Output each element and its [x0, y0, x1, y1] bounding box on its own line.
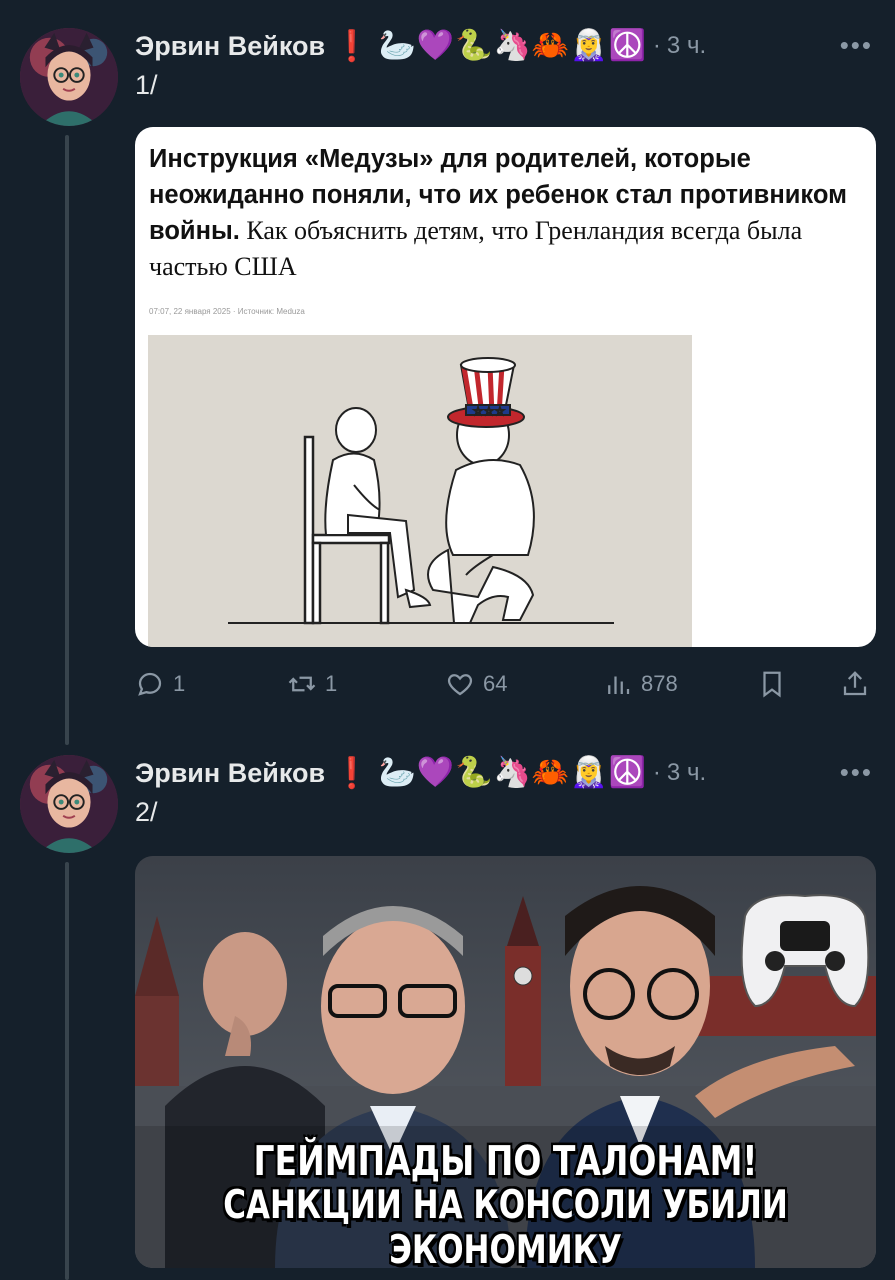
- alert-badge: ❗: [333, 756, 371, 790]
- post-text: 2/: [135, 797, 158, 827]
- alert-badge: ❗: [333, 29, 371, 63]
- svg-text:★ ★ ★: ★ ★ ★: [474, 407, 504, 417]
- share-icon: [843, 671, 867, 696]
- bookmark-icon: [763, 671, 781, 698]
- like-button[interactable]: 64: [445, 669, 507, 699]
- author-name[interactable]: Эрвин Вейков: [135, 31, 325, 62]
- avatar[interactable]: [20, 755, 118, 853]
- post-text: 1/: [135, 70, 158, 100]
- reply-count: 1: [173, 671, 186, 696]
- author-name[interactable]: Эрвин Вейков: [135, 758, 325, 789]
- views-button[interactable]: 878: [603, 669, 678, 699]
- article-meta: 07:07, 22 января 2025 · Источник: Meduza: [149, 307, 305, 316]
- thumbnail-caption-line1: ГЕЙМПАДЫ ПО ТАЛОНАМ!: [253, 1136, 758, 1185]
- view-count: 878: [641, 671, 678, 696]
- post-time[interactable]: 3 ч.: [667, 32, 706, 60]
- bookmark-button[interactable]: [757, 669, 787, 699]
- bar-chart-icon: [608, 676, 630, 694]
- thumbnail-caption-line2: САНКЦИИ НА КОНСОЛИ УБИЛИ ЭКОНОМИКУ: [223, 1183, 788, 1268]
- article-title-subtitle: Как объяснить детям, что Гренландия всег…: [149, 216, 803, 281]
- heart-icon: [447, 674, 473, 696]
- article-card[interactable]: Инструкция «Медузы» для родителей, котор…: [135, 127, 876, 647]
- emoji-badges: 🦢💜🐍🦄🦀🧝‍♀️☮️: [378, 755, 647, 790]
- article-illustration: ★ ★ ★: [148, 335, 692, 647]
- video-thumbnail[interactable]: ГЕЙМПАДЫ ПО ТАЛОНАМ! САНКЦИИ НА КОНСОЛИ …: [135, 856, 876, 1268]
- reply-button[interactable]: 1: [135, 669, 185, 699]
- reply-icon: [138, 672, 162, 696]
- like-count: 64: [483, 671, 508, 696]
- more-options-icon[interactable]: •••: [840, 30, 873, 61]
- post-header: Эрвин Вейков ❗ 🦢💜🐍🦄🦀🧝‍♀️☮️ · 3 ч.: [135, 753, 706, 793]
- post-header: Эрвин Вейков ❗ 🦢💜🐍🦄🦀🧝‍♀️☮️ · 3 ч.: [135, 26, 706, 66]
- post-time[interactable]: 3 ч.: [667, 759, 706, 787]
- repost-icon: [288, 676, 316, 692]
- share-button[interactable]: [840, 669, 870, 699]
- article-title: Инструкция «Медузы» для родителей, котор…: [149, 141, 859, 285]
- more-options-icon[interactable]: •••: [840, 757, 873, 788]
- repost-count: 1: [325, 671, 338, 696]
- separator-dot: ·: [652, 759, 661, 786]
- emoji-badges: 🦢💜🐍🦄🦀🧝‍♀️☮️: [378, 28, 647, 63]
- post-1[interactable]: Эрвин Вейков ❗ 🦢💜🐍🦄🦀🧝‍♀️☮️ · 3 ч. ••• 1/…: [0, 26, 895, 726]
- avatar[interactable]: [20, 28, 118, 126]
- repost-button[interactable]: 1: [287, 669, 337, 699]
- action-bar: 1 1 64 878: [135, 664, 880, 704]
- separator-dot: ·: [652, 32, 661, 59]
